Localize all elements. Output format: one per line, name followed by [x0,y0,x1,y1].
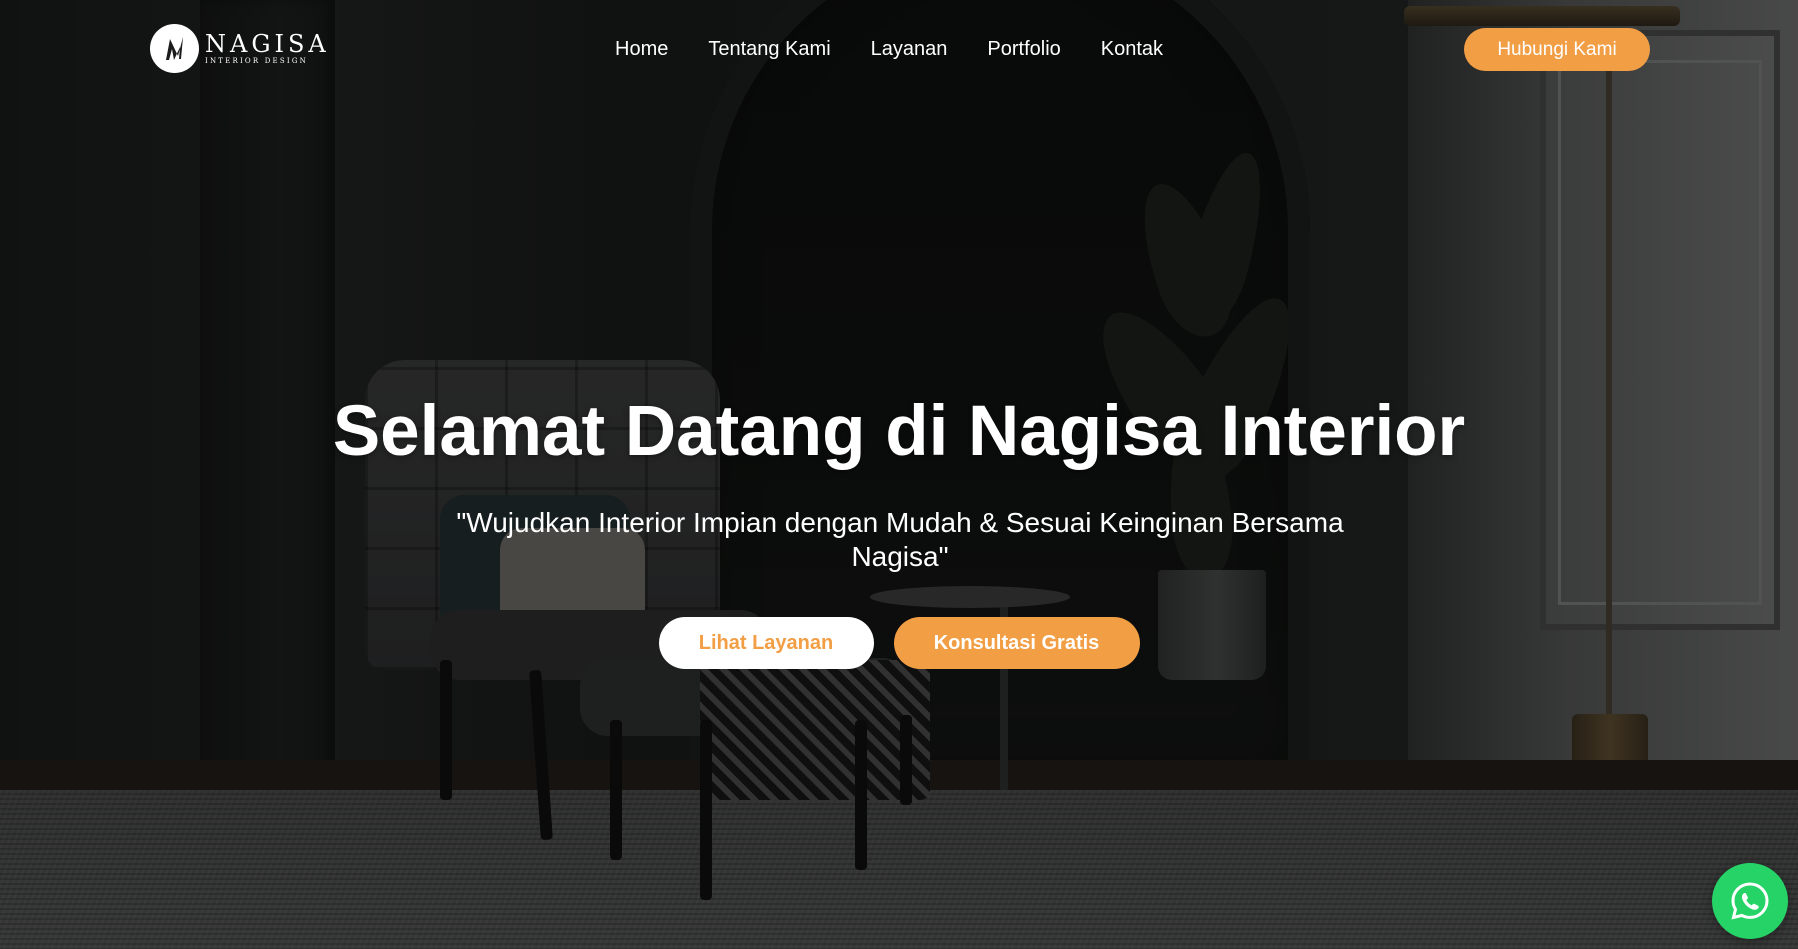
main-nav: Home Tentang Kami Layanan Portfolio Kont… [615,38,1163,61]
nav-item-home[interactable]: Home [615,38,668,61]
brand-name: NAGISA [205,30,330,58]
hero-section: Selamat Datang di Nagisa Interior "Wujud… [0,0,1798,949]
whatsapp-chat-button[interactable] [1712,863,1788,939]
site-header: NAGISA INTERIOR DESIGN Home Tentang Kami… [0,0,1798,100]
nav-item-portfolio[interactable]: Portfolio [987,38,1060,61]
contact-us-button[interactable]: Hubungi Kami [1464,28,1650,71]
free-consultation-button[interactable]: Konsultasi Gratis [893,617,1140,669]
brand-logo[interactable]: NAGISA INTERIOR DESIGN [150,24,330,73]
brand-tagline: INTERIOR DESIGN [205,57,308,65]
whatsapp-icon [1731,882,1769,920]
nav-item-tentang-kami[interactable]: Tentang Kami [708,38,830,61]
hero-title: Selamat Datang di Nagisa Interior [332,392,1466,471]
nav-item-layanan[interactable]: Layanan [871,38,948,61]
hero-subtitle: "Wujudkan Interior Impian dengan Mudah &… [456,507,1344,572]
view-services-button[interactable]: Lihat Layanan [658,617,874,669]
logo-mark-icon [150,24,199,73]
hero-actions: Lihat Layanan Konsultasi Gratis [0,617,1798,669]
nav-item-kontak[interactable]: Kontak [1101,38,1163,61]
